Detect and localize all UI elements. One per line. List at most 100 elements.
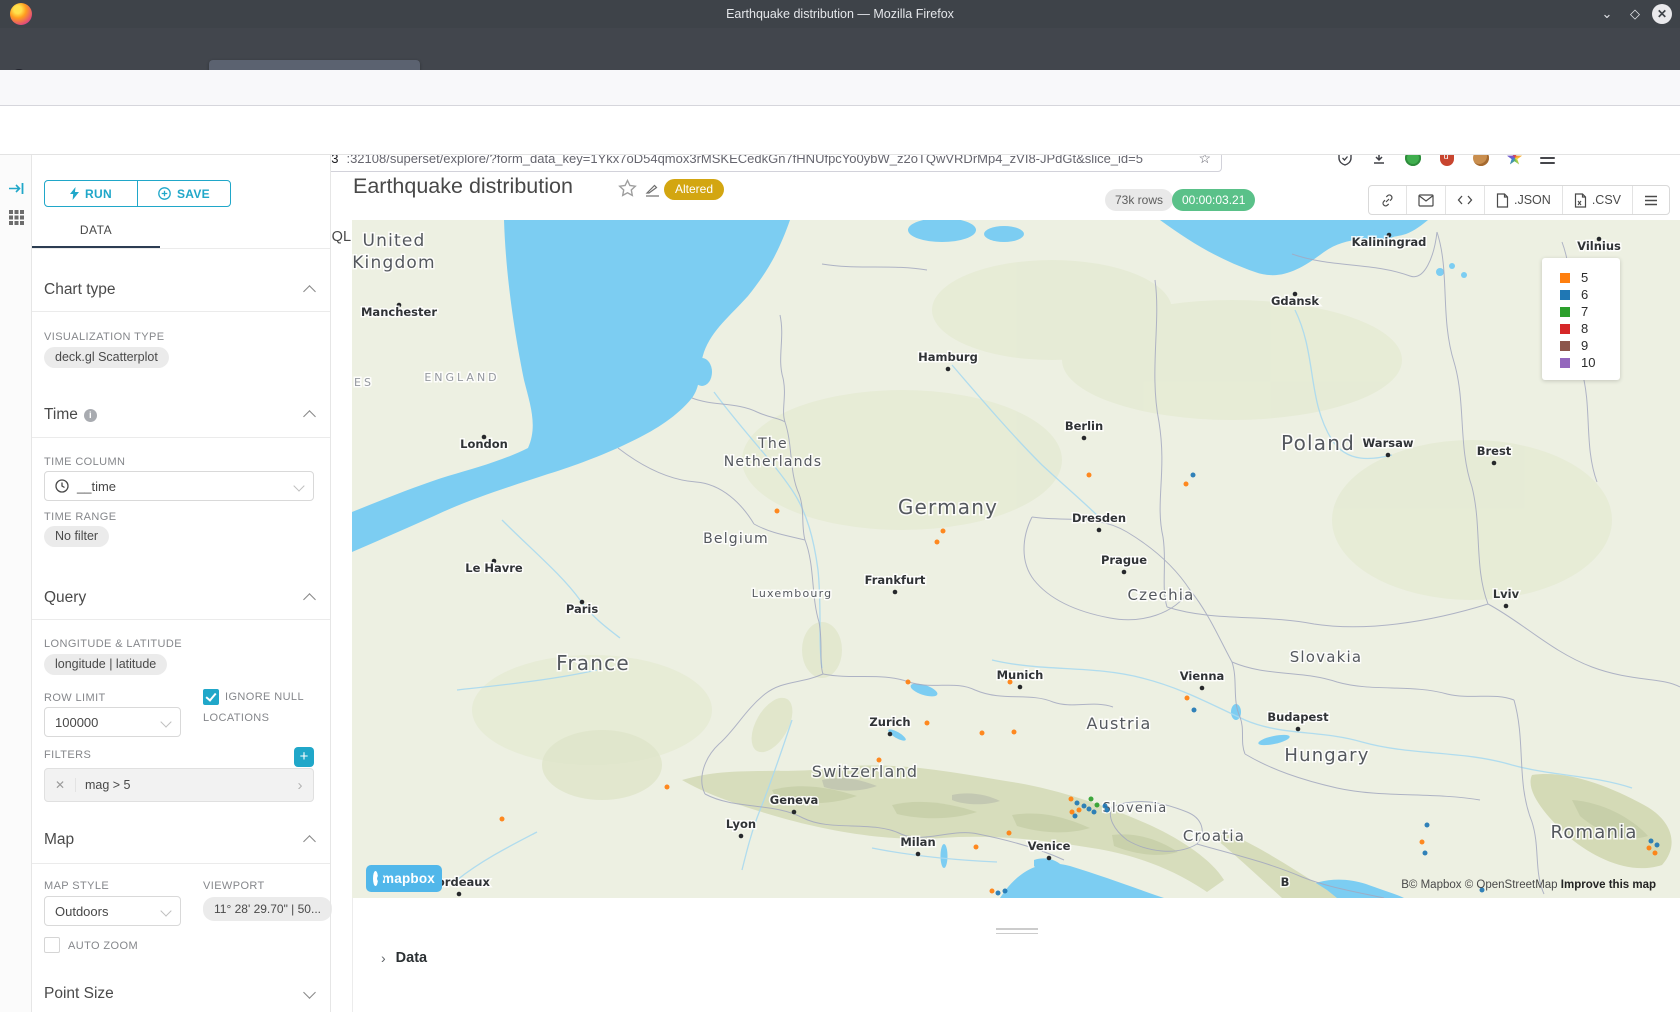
run-button[interactable]: RUN bbox=[45, 181, 137, 206]
svg-text:Luxembourg: Luxembourg bbox=[752, 587, 833, 600]
improve-map-link[interactable]: Improve this map bbox=[1561, 879, 1656, 891]
remove-filter-icon[interactable]: ✕ bbox=[45, 778, 76, 792]
svg-text:Netherlands: Netherlands bbox=[724, 454, 823, 470]
chart-actions-group: .JSON .CSV bbox=[1368, 185, 1670, 215]
section-point-size[interactable]: Point Size bbox=[44, 985, 318, 1003]
panel-drag-handle[interactable] bbox=[996, 928, 1038, 937]
lonlat-value[interactable]: longitude | latitude bbox=[44, 654, 167, 675]
filters-label: FILTERS bbox=[44, 749, 91, 761]
save-button[interactable]: SAVE bbox=[137, 181, 230, 206]
legend-item: 9 bbox=[1560, 337, 1620, 354]
map-canvas: ENGLANDES UnitedKingdomFranceGermanyPola… bbox=[352, 220, 1680, 898]
window-maximize-button[interactable]: ◇ bbox=[1626, 5, 1644, 23]
time-range-label: TIME RANGE bbox=[44, 511, 116, 523]
viewport-value[interactable]: 11° 28' 29.70" | 50... bbox=[203, 897, 332, 921]
svg-text:Zurich: Zurich bbox=[869, 715, 910, 729]
add-filter-button[interactable]: + bbox=[294, 747, 314, 767]
favorite-star-icon[interactable] bbox=[618, 179, 637, 198]
time-column-label: TIME COLUMN bbox=[44, 456, 125, 468]
time-column-select[interactable]: __time bbox=[44, 471, 314, 501]
section-time[interactable]: Timei bbox=[44, 406, 318, 424]
svg-text:Hamburg: Hamburg bbox=[918, 350, 978, 364]
data-panel-toggle[interactable]: › Data bbox=[381, 950, 427, 966]
chart-title[interactable]: Earthquake distribution bbox=[353, 174, 573, 199]
svg-text:London: London bbox=[460, 437, 508, 451]
row-count-badge: 73k rows bbox=[1105, 189, 1173, 211]
window-close-button[interactable]: ✕ bbox=[1652, 4, 1672, 24]
legend-label: 9 bbox=[1581, 338, 1588, 353]
svg-text:Munich: Munich bbox=[997, 668, 1044, 682]
svg-text:Lyon: Lyon bbox=[726, 817, 756, 831]
svg-text:The: The bbox=[757, 436, 788, 452]
time-column-value: __time bbox=[77, 479, 116, 494]
copy-link-button[interactable] bbox=[1369, 186, 1406, 214]
svg-text:Geneva: Geneva bbox=[770, 793, 818, 807]
dataset-grid-icon[interactable] bbox=[8, 209, 25, 226]
ignore-null-checkbox[interactable] bbox=[203, 689, 219, 705]
filter-value: mag > 5 bbox=[76, 778, 287, 792]
tab-data[interactable]: DATA bbox=[32, 223, 160, 237]
file-x-icon bbox=[1574, 193, 1587, 208]
chevron-right-icon[interactable]: › bbox=[287, 777, 313, 794]
row-limit-label: ROW LIMIT bbox=[44, 692, 106, 704]
chart-container-border bbox=[352, 898, 353, 1012]
svg-text:Venice: Venice bbox=[1028, 839, 1071, 853]
mapbox-logo[interactable]: mapbox bbox=[366, 865, 442, 892]
panel-divider[interactable] bbox=[330, 155, 331, 1012]
mapbox-attribution-link[interactable]: © Mapbox bbox=[1409, 879, 1462, 891]
legend-label: 8 bbox=[1581, 321, 1588, 336]
section-query[interactable]: Query bbox=[44, 589, 318, 607]
window-title: Earthquake distribution — Mozilla Firefo… bbox=[0, 7, 1680, 21]
legend-swatch bbox=[1560, 307, 1570, 317]
chevron-right-icon: › bbox=[381, 950, 386, 966]
altered-badge[interactable]: Altered bbox=[664, 179, 724, 200]
query-timer-badge: 00:00:03.21 bbox=[1172, 189, 1255, 211]
left-icon-rail bbox=[0, 155, 32, 1012]
file-icon bbox=[1496, 193, 1509, 208]
chevron-down-icon bbox=[160, 905, 171, 916]
map-style-select[interactable]: Outdoors bbox=[44, 896, 181, 926]
mapbox-circle-icon bbox=[373, 871, 378, 886]
link-icon bbox=[1380, 193, 1395, 208]
svg-text:Paris: Paris bbox=[566, 602, 598, 616]
legend-label: 6 bbox=[1581, 287, 1588, 302]
map-style-label: MAP STYLE bbox=[44, 880, 109, 892]
legend-swatch bbox=[1560, 358, 1570, 368]
email-button[interactable] bbox=[1406, 186, 1445, 214]
chart-menu-button[interactable] bbox=[1632, 186, 1669, 214]
export-csv-button[interactable]: .CSV bbox=[1562, 186, 1632, 214]
filter-item[interactable]: ✕ mag > 5 › bbox=[44, 768, 314, 802]
embed-code-button[interactable] bbox=[1445, 186, 1484, 214]
plus-circle-icon bbox=[158, 187, 171, 200]
svg-text:ES: ES bbox=[354, 376, 374, 389]
svg-text:Vienna: Vienna bbox=[1180, 669, 1225, 683]
expand-panel-icon[interactable] bbox=[8, 181, 25, 196]
svg-text:Austria: Austria bbox=[1087, 714, 1152, 733]
window-minimize-button[interactable]: ⌄ bbox=[1598, 5, 1616, 23]
svg-text:Slovenia: Slovenia bbox=[1103, 801, 1168, 816]
svg-text:United: United bbox=[362, 231, 425, 251]
svg-text:Czechia: Czechia bbox=[1127, 586, 1194, 604]
legend-item: 8 bbox=[1560, 320, 1620, 337]
export-json-button[interactable]: .JSON bbox=[1484, 186, 1562, 214]
row-limit-value: 100000 bbox=[55, 715, 98, 730]
svg-text:Hungary: Hungary bbox=[1284, 745, 1369, 766]
control-panel: RUN SAVE DATA Chart type VISUALIZATION T… bbox=[32, 155, 330, 1012]
section-map[interactable]: Map bbox=[44, 831, 318, 849]
svg-text:Gdansk: Gdansk bbox=[1271, 294, 1319, 308]
viz-type-value[interactable]: deck.gl Scatterplot bbox=[44, 347, 169, 368]
terrain-shading bbox=[542, 622, 1672, 898]
edit-pencil-icon[interactable] bbox=[645, 182, 660, 197]
envelope-icon bbox=[1418, 194, 1434, 207]
time-range-value[interactable]: No filter bbox=[44, 526, 109, 547]
osm-attribution-link[interactable]: © OpenStreetMap bbox=[1465, 879, 1558, 891]
deckgl-scatter-map[interactable]: ENGLANDES UnitedKingdomFranceGermanyPola… bbox=[352, 220, 1680, 898]
svg-text:Vilnius: Vilnius bbox=[1577, 239, 1621, 253]
section-chart-type[interactable]: Chart type bbox=[44, 281, 318, 299]
svg-text:Brest: Brest bbox=[1477, 444, 1512, 458]
svg-text:Frankfurt: Frankfurt bbox=[865, 573, 926, 587]
legend-label: 7 bbox=[1581, 304, 1588, 319]
row-limit-select[interactable]: 100000 bbox=[44, 707, 181, 737]
auto-zoom-checkbox[interactable] bbox=[44, 937, 60, 953]
legend-swatch bbox=[1560, 341, 1570, 351]
